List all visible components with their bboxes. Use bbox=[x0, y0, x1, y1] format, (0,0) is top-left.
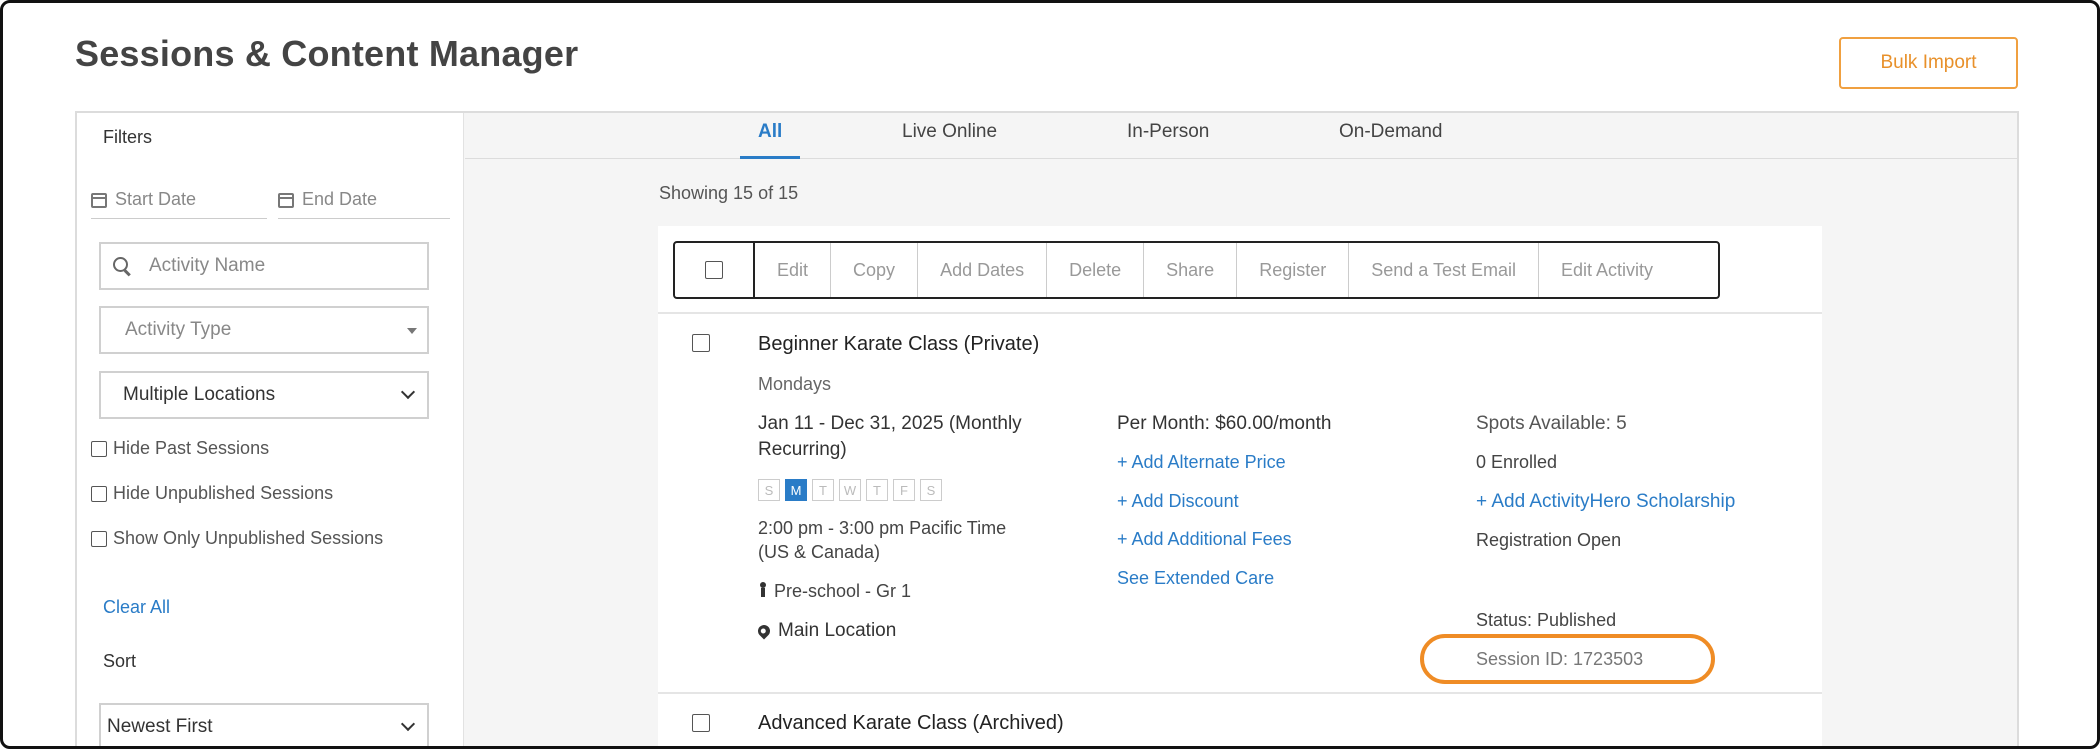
copy-button[interactable]: Copy bbox=[831, 243, 919, 297]
hide-past-sessions-option[interactable]: Hide Past Sessions bbox=[91, 438, 269, 459]
end-date-placeholder: End Date bbox=[302, 189, 378, 209]
bulk-import-button[interactable]: Bulk Import bbox=[1839, 37, 2018, 89]
session-row-checkbox[interactable] bbox=[692, 714, 710, 732]
tab-on-demand[interactable]: On-Demand bbox=[1339, 121, 1443, 159]
bulk-actions-toolbar: Edit Copy Add Dates Delete Share Registe… bbox=[673, 241, 1720, 299]
chevron-down-icon bbox=[400, 716, 416, 732]
activity-name-placeholder: Activity Name bbox=[149, 255, 266, 276]
register-button[interactable]: Register bbox=[1237, 243, 1350, 297]
sort-select[interactable]: Newest First bbox=[99, 703, 429, 746]
share-button[interactable]: Share bbox=[1144, 243, 1238, 297]
spots-available: Spots Available: 5 bbox=[1476, 413, 1627, 434]
hide-past-sessions-label: Hide Past Sessions bbox=[113, 438, 270, 458]
hide-unpublished-label: Hide Unpublished Sessions bbox=[113, 483, 334, 503]
session-location-text: Main Location bbox=[778, 620, 897, 641]
hide-past-sessions-checkbox[interactable] bbox=[91, 440, 107, 457]
hide-unpublished-checkbox[interactable] bbox=[91, 485, 107, 502]
page-title: Sessions & Content Manager bbox=[75, 33, 579, 74]
start-date-field[interactable]: Start Date bbox=[91, 181, 267, 219]
child-icon bbox=[758, 582, 768, 597]
end-date-field[interactable]: End Date bbox=[278, 181, 450, 219]
session-dates-line2: Recurring) bbox=[758, 439, 847, 460]
activity-name-input[interactable]: Activity Name bbox=[99, 242, 429, 290]
results-count: Showing 15 of 15 bbox=[659, 183, 799, 203]
session-title[interactable]: Beginner Karate Class (Private) bbox=[758, 333, 1039, 356]
locations-select[interactable]: Multiple Locations bbox=[99, 371, 429, 419]
activity-type-placeholder: Activity Type bbox=[125, 319, 232, 340]
tab-all[interactable]: All bbox=[740, 121, 801, 159]
day-tue: T bbox=[812, 479, 834, 501]
search-icon bbox=[113, 257, 131, 275]
show-only-unpublished-label: Show Only Unpublished Sessions bbox=[113, 528, 384, 548]
add-dates-button[interactable]: Add Dates bbox=[918, 243, 1048, 297]
session-location: Main Location bbox=[755, 620, 897, 642]
sort-title: Sort bbox=[103, 651, 137, 671]
show-only-unpublished-option[interactable]: Show Only Unpublished Sessions bbox=[91, 528, 383, 549]
session-dates-line1: Jan 11 - Dec 31, 2025 (Monthly bbox=[758, 413, 1022, 434]
day-thu: T bbox=[866, 479, 888, 501]
tab-in-person[interactable]: In-Person bbox=[1127, 121, 1209, 159]
locations-value: Multiple Locations bbox=[123, 384, 276, 405]
session-time-line2: (US & Canada) bbox=[758, 542, 881, 562]
select-all-checkbox[interactable] bbox=[705, 261, 723, 279]
chevron-down-icon bbox=[400, 384, 416, 400]
edit-button[interactable]: Edit bbox=[755, 243, 832, 297]
session-title[interactable]: Advanced Karate Class (Archived) bbox=[758, 712, 1064, 735]
calendar-icon bbox=[91, 193, 107, 208]
sort-value: Newest First bbox=[107, 716, 213, 737]
enrolled-count: 0 Enrolled bbox=[1476, 452, 1558, 472]
see-extended-care-link[interactable]: See Extended Care bbox=[1117, 568, 1274, 589]
caret-down-icon bbox=[407, 328, 417, 334]
filters-sidebar: Filters Start Date End Date Activity Nam… bbox=[77, 113, 464, 746]
select-all-cell bbox=[675, 243, 755, 297]
session-grades-text: Pre-school - Gr 1 bbox=[774, 581, 912, 601]
map-pin-icon bbox=[755, 622, 773, 640]
session-time-line1: 2:00 pm - 3:00 pm Pacific Time bbox=[758, 518, 1007, 538]
show-only-unpublished-checkbox[interactable] bbox=[91, 530, 107, 547]
calendar-icon bbox=[278, 193, 294, 208]
tab-live-online[interactable]: Live Online bbox=[902, 121, 997, 159]
start-date-placeholder: Start Date bbox=[115, 189, 197, 209]
add-additional-fees-link[interactable]: + Add Additional Fees bbox=[1117, 529, 1292, 550]
day-mon: M bbox=[785, 479, 807, 501]
divider bbox=[658, 312, 1822, 314]
session-price: Per Month: $60.00/month bbox=[1117, 413, 1332, 434]
session-day-label: Mondays bbox=[758, 374, 832, 394]
filters-title: Filters bbox=[103, 127, 152, 147]
clear-all-link[interactable]: Clear All bbox=[103, 597, 170, 618]
delete-button[interactable]: Delete bbox=[1047, 243, 1145, 297]
add-scholarship-link[interactable]: + Add ActivityHero Scholarship bbox=[1476, 491, 1735, 513]
day-sat: S bbox=[920, 479, 942, 501]
publish-status: Status: Published bbox=[1476, 610, 1617, 630]
session-type-tabs: All Live Online In-Person On-Demand bbox=[465, 113, 2017, 159]
app-window: Sessions & Content Manager Bulk Import F… bbox=[0, 0, 2100, 749]
session-row-checkbox[interactable] bbox=[692, 334, 710, 352]
registration-status: Registration Open bbox=[1476, 530, 1622, 550]
divider bbox=[658, 692, 1822, 694]
activity-type-select[interactable]: Activity Type bbox=[99, 306, 429, 354]
add-discount-link[interactable]: + Add Discount bbox=[1117, 491, 1239, 512]
edit-activity-button[interactable]: Edit Activity bbox=[1539, 243, 1675, 297]
day-fri: F bbox=[893, 479, 915, 501]
session-id-highlight bbox=[1420, 634, 1715, 684]
session-grades: Pre-school - Gr 1 bbox=[758, 581, 911, 602]
send-test-email-button[interactable]: Send a Test Email bbox=[1349, 243, 1539, 297]
add-alternate-price-link[interactable]: + Add Alternate Price bbox=[1117, 452, 1286, 473]
day-sun: S bbox=[758, 479, 780, 501]
day-wed: W bbox=[839, 479, 861, 501]
weekday-indicator: S M T W T F S bbox=[758, 479, 942, 501]
hide-unpublished-option[interactable]: Hide Unpublished Sessions bbox=[91, 483, 333, 504]
